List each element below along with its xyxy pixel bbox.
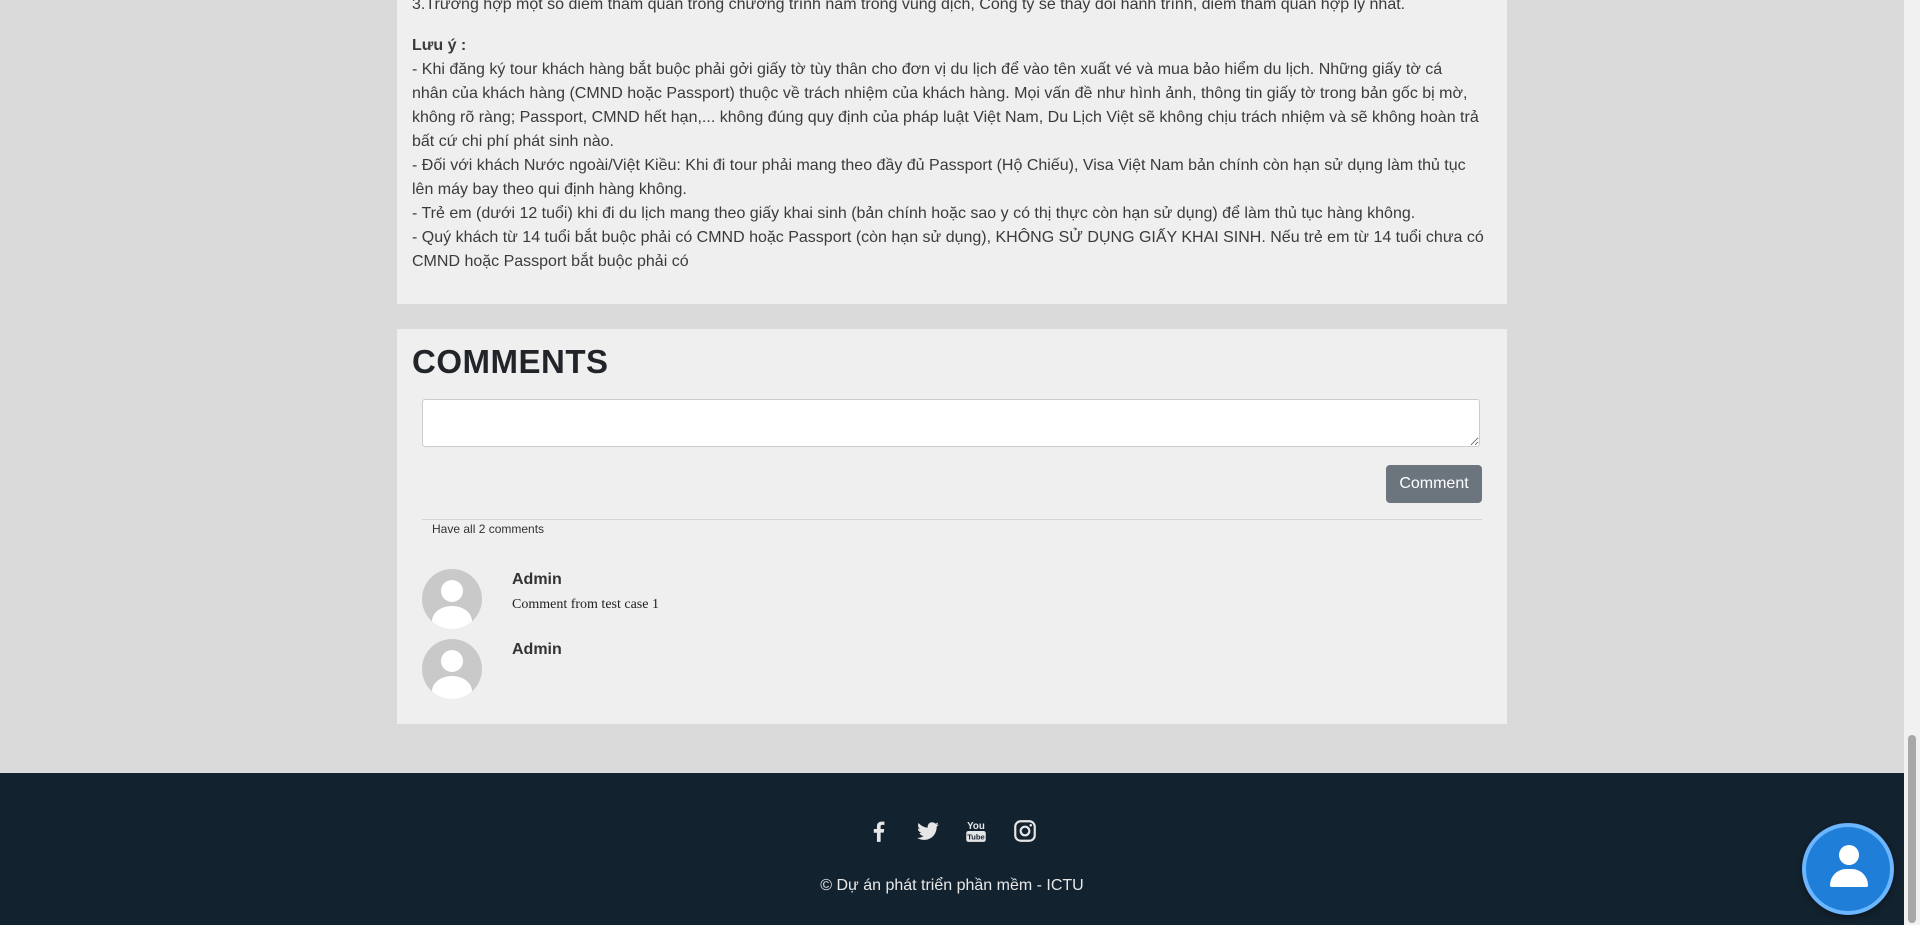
note-line: bất cứ chi phí phát sinh nào. (412, 133, 614, 150)
copyright-text: © Dự án phát triển phần mềm - ICTU (820, 877, 1084, 894)
note-line: nhân của khách hàng (CMND hoặc Passport)… (412, 85, 1468, 102)
note-section: Lưu ý : - Khi đăng ký tour khách hàng bắ… (412, 34, 1492, 274)
twitter-icon[interactable] (915, 818, 941, 844)
avatar (422, 569, 482, 629)
chat-support-button[interactable] (1802, 823, 1894, 915)
tour-notes-card: 3.Trường hợp một số điểm tham quan trong… (397, 0, 1507, 304)
note-line: không rõ ràng; Passport, CMND hết hạn,..… (412, 109, 1479, 126)
note-line: - Trẻ em (dưới 12 tuổi) khi đi du lịch m… (412, 205, 1416, 222)
user-icon-body (1830, 869, 1868, 887)
avatar-head-shape (441, 580, 463, 602)
tour-note-line-3: 3.Trường hợp một số điểm tham quan trong… (412, 0, 1492, 17)
facebook-icon[interactable] (866, 818, 892, 844)
scrollbar[interactable] (1904, 0, 1920, 925)
social-links: You Tube (0, 818, 1904, 844)
divider (422, 519, 1482, 520)
note-line: - Đối với khách Nước ngoài/Việt Kiều: Kh… (412, 157, 1466, 174)
comment-text: Comment from test case 1 (512, 597, 659, 612)
comment-count: Have all 2 comments (432, 522, 545, 536)
comments-title: COMMENTS (412, 343, 609, 380)
note-text: 3.Trường hợp một số điểm tham quan trong… (412, 0, 1406, 13)
page: 3.Trường hợp một số điểm tham quan trong… (0, 0, 1904, 925)
note-line: - Khi đăng ký tour khách hàng bắt buộc p… (412, 61, 1443, 78)
avatar-body-shape (432, 676, 472, 699)
avatar-head-shape (441, 650, 463, 672)
svg-text:You: You (967, 821, 985, 832)
comments-section: COMMENTS Comment Have all 2 comments Adm… (397, 329, 1507, 724)
scrollbar-thumb[interactable] (1908, 735, 1916, 923)
comment-author: Admin (512, 641, 562, 658)
youtube-icon[interactable]: You Tube (963, 818, 989, 844)
user-icon-head (1839, 845, 1859, 865)
avatar-body-shape (432, 606, 472, 629)
comment-item: Admin (422, 639, 1422, 701)
instagram-icon[interactable] (1012, 818, 1038, 844)
comment-input[interactable] (422, 399, 1480, 447)
note-heading: Lưu ý : (412, 37, 467, 54)
note-line: CMND hoặc Passport bắt buộc phải có (412, 253, 689, 270)
comment-author: Admin (512, 571, 562, 588)
comment-button[interactable]: Comment (1386, 465, 1482, 503)
avatar (422, 639, 482, 699)
note-line: - Quý khách từ 14 tuổi bắt buộc phải có … (412, 229, 1484, 246)
note-line: lên máy bay theo qui định hàng không. (412, 181, 687, 198)
svg-text:Tube: Tube (967, 833, 985, 842)
footer: You Tube © Dự án phát triển phần mềm - IC… (0, 773, 1904, 925)
comment-item: Admin Comment from test case 1 (422, 569, 1422, 631)
